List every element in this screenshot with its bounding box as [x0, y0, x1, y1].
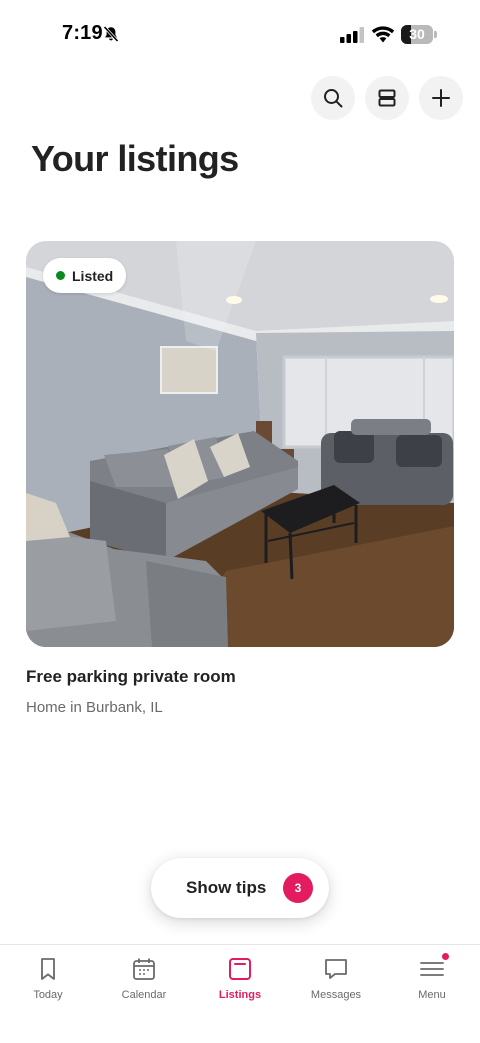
living-room-photo — [26, 241, 454, 647]
tab-label: Menu — [418, 989, 446, 1001]
header-actions — [311, 76, 463, 120]
bookmark-icon — [41, 958, 55, 980]
menu-icon — [420, 962, 444, 976]
tab-label: Today — [33, 989, 63, 1001]
tab-label: Calendar — [121, 989, 167, 1001]
listings-icon — [229, 958, 251, 980]
status-label: Listed — [72, 267, 114, 284]
battery-level: 30 — [409, 26, 425, 42]
bell-slash-icon — [103, 25, 119, 43]
tab-messages[interactable]: Messages — [288, 945, 384, 1043]
battery-icon: 30 — [401, 25, 437, 44]
status-bar: 7:19 30 — [0, 0, 480, 70]
tab-listings[interactable]: Listings — [192, 945, 288, 1043]
message-bubble-icon — [325, 959, 347, 979]
show-tips-button[interactable]: Show tips 3 — [151, 858, 329, 918]
listing-title[interactable]: Free parking private room — [26, 667, 454, 687]
search-button[interactable] — [311, 76, 355, 120]
bottom-tab-bar: Today Calendar Listings Messages Menu — [0, 944, 480, 1043]
listing-card[interactable]: Listed Free parking private room Home in… — [26, 241, 454, 716]
tips-count-badge: 3 — [283, 873, 313, 903]
search-icon — [324, 89, 343, 108]
menu-notification-dot — [442, 953, 449, 960]
status-dot — [56, 271, 65, 280]
calendar-icon — [133, 958, 155, 980]
tab-calendar[interactable]: Calendar — [96, 945, 192, 1043]
status-badge: Listed — [43, 258, 127, 293]
wifi-icon — [371, 26, 395, 43]
add-listing-button[interactable] — [419, 76, 463, 120]
layout-rows-icon — [378, 89, 396, 107]
tab-menu[interactable]: Menu — [384, 945, 480, 1043]
tab-label: Messages — [310, 989, 362, 1001]
listing-location: Home in Burbank, IL — [26, 699, 163, 716]
listing-photo[interactable]: Listed — [26, 241, 454, 647]
view-toggle-button[interactable] — [365, 76, 409, 120]
cellular-signal-icon — [340, 27, 364, 43]
plus-icon — [432, 89, 450, 107]
show-tips-label: Show tips — [186, 878, 267, 897]
tab-today[interactable]: Today — [0, 945, 96, 1043]
tab-label: Listings — [218, 989, 262, 1001]
page-title: Your listings — [31, 138, 239, 179]
status-time: 7:19 — [62, 22, 103, 44]
